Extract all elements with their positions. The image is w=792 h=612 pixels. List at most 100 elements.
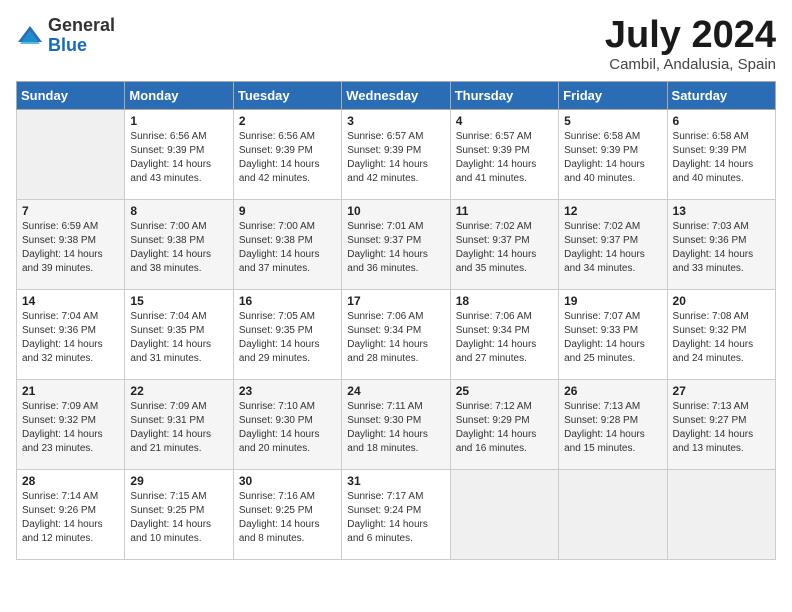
day-info: Sunrise: 7:08 AMSunset: 9:32 PMDaylight:…	[673, 310, 770, 366]
calendar-cell: 20 Sunrise: 7:08 AMSunset: 9:32 PMDayligh…	[667, 290, 775, 380]
header-day-saturday: Saturday	[667, 82, 775, 110]
day-number: 3	[347, 114, 444, 128]
day-number: 10	[347, 204, 444, 218]
calendar-cell	[667, 470, 775, 560]
day-info: Sunrise: 7:06 AMSunset: 9:34 PMDaylight:…	[456, 310, 553, 366]
day-info: Sunrise: 7:15 AMSunset: 9:25 PMDaylight:…	[130, 490, 227, 546]
calendar-cell: 31Sunrise: 7:17 AMSunset: 9:24 PMDayligh…	[342, 470, 450, 560]
day-info: Sunrise: 7:10 AMSunset: 9:30 PMDaylight:…	[239, 400, 336, 456]
day-number: 31	[347, 474, 444, 488]
day-number: 28	[22, 474, 119, 488]
day-info: Sunrise: 6:56 AMSunset: 9:39 PMDaylight:…	[130, 130, 227, 186]
calendar-cell: 24Sunrise: 7:11 AMSunset: 9:30 PMDayligh…	[342, 380, 450, 470]
day-number: 29	[130, 474, 227, 488]
day-number: 30	[239, 474, 336, 488]
calendar-cell: 15 Sunrise: 7:04 AMSunset: 9:35 PMDayligh…	[125, 290, 233, 380]
day-number: 4	[456, 114, 553, 128]
logo-text: General Blue	[48, 16, 115, 56]
day-info: Sunrise: 7:13 AMSunset: 9:27 PMDaylight:…	[673, 400, 770, 456]
calendar-cell: 9 Sunrise: 7:00 AMSunset: 9:38 PMDaylight…	[233, 200, 341, 290]
header-day-friday: Friday	[559, 82, 667, 110]
calendar-cell: 10 Sunrise: 7:01 AMSunset: 9:37 PMDayligh…	[342, 200, 450, 290]
week-row-2: 7Sunrise: 6:59 AMSunset: 9:38 PMDaylight…	[17, 200, 776, 290]
day-info: Sunrise: 7:00 AMSunset: 9:38 PMDaylight:…	[239, 220, 336, 276]
day-info: Sunrise: 6:58 AMSunset: 9:39 PMDaylight:…	[564, 130, 661, 186]
calendar-cell: 23Sunrise: 7:10 AMSunset: 9:30 PMDayligh…	[233, 380, 341, 470]
day-number: 9	[239, 204, 336, 218]
day-number: 15	[130, 294, 227, 308]
calendar-cell: 11Sunrise: 7:02 AMSunset: 9:37 PMDayligh…	[450, 200, 558, 290]
calendar-cell: 8 Sunrise: 7:00 AMSunset: 9:38 PMDaylight…	[125, 200, 233, 290]
calendar-cell: 25 Sunrise: 7:12 AMSunset: 9:29 PMDayligh…	[450, 380, 558, 470]
day-info: Sunrise: 7:03 AMSunset: 9:36 PMDaylight:…	[673, 220, 770, 276]
week-row-3: 14Sunrise: 7:04 AMSunset: 9:36 PMDayligh…	[17, 290, 776, 380]
calendar-cell: 30Sunrise: 7:16 AMSunset: 9:25 PMDayligh…	[233, 470, 341, 560]
header-day-thursday: Thursday	[450, 82, 558, 110]
calendar-body: 1 Sunrise: 6:56 AMSunset: 9:39 PMDaylight…	[17, 110, 776, 560]
calendar-cell	[450, 470, 558, 560]
week-row-1: 1 Sunrise: 6:56 AMSunset: 9:39 PMDaylight…	[17, 110, 776, 200]
day-number: 7	[22, 204, 119, 218]
calendar-cell: 5 Sunrise: 6:58 AMSunset: 9:39 PMDaylight…	[559, 110, 667, 200]
location-title: Cambil, Andalusia, Spain	[605, 56, 776, 73]
calendar-cell	[559, 470, 667, 560]
day-number: 19	[564, 294, 661, 308]
day-number: 25	[456, 384, 553, 398]
day-info: Sunrise: 7:04 AMSunset: 9:35 PMDaylight:…	[130, 310, 227, 366]
header: General Blue July 2024 Cambil, Andalusia…	[16, 16, 776, 73]
day-number: 11	[456, 204, 553, 218]
day-number: 5	[564, 114, 661, 128]
day-info: Sunrise: 7:01 AMSunset: 9:37 PMDaylight:…	[347, 220, 444, 276]
calendar-cell: 4Sunrise: 6:57 AMSunset: 9:39 PMDaylight…	[450, 110, 558, 200]
day-info: Sunrise: 7:06 AMSunset: 9:34 PMDaylight:…	[347, 310, 444, 366]
calendar-cell: 12 Sunrise: 7:02 AMSunset: 9:37 PMDayligh…	[559, 200, 667, 290]
calendar-cell: 2 Sunrise: 6:56 AMSunset: 9:39 PMDaylight…	[233, 110, 341, 200]
calendar-cell: 22Sunrise: 7:09 AMSunset: 9:31 PMDayligh…	[125, 380, 233, 470]
calendar-cell: 17 Sunrise: 7:06 AMSunset: 9:34 PMDayligh…	[342, 290, 450, 380]
day-number: 1	[130, 114, 227, 128]
day-info: Sunrise: 7:07 AMSunset: 9:33 PMDaylight:…	[564, 310, 661, 366]
calendar-cell: 18 Sunrise: 7:06 AMSunset: 9:34 PMDayligh…	[450, 290, 558, 380]
calendar-cell: 19 Sunrise: 7:07 AMSunset: 9:33 PMDayligh…	[559, 290, 667, 380]
day-info: Sunrise: 6:58 AMSunset: 9:39 PMDaylight:…	[673, 130, 770, 186]
day-info: Sunrise: 7:00 AMSunset: 9:38 PMDaylight:…	[130, 220, 227, 276]
header-day-tuesday: Tuesday	[233, 82, 341, 110]
day-number: 24	[347, 384, 444, 398]
calendar-cell: 6 Sunrise: 6:58 AMSunset: 9:39 PMDaylight…	[667, 110, 775, 200]
calendar-cell: 29 Sunrise: 7:15 AMSunset: 9:25 PMDayligh…	[125, 470, 233, 560]
month-title: July 2024	[605, 16, 776, 54]
logo: General Blue	[16, 16, 115, 56]
title-area: July 2024 Cambil, Andalusia, Spain	[605, 16, 776, 73]
header-row: SundayMondayTuesdayWednesdayThursdayFrid…	[17, 82, 776, 110]
day-info: Sunrise: 6:56 AMSunset: 9:39 PMDaylight:…	[239, 130, 336, 186]
logo-blue-text: Blue	[48, 36, 115, 56]
day-number: 2	[239, 114, 336, 128]
day-number: 13	[673, 204, 770, 218]
day-number: 12	[564, 204, 661, 218]
calendar-cell: 26Sunrise: 7:13 AMSunset: 9:28 PMDayligh…	[559, 380, 667, 470]
calendar-cell: 1 Sunrise: 6:56 AMSunset: 9:39 PMDaylight…	[125, 110, 233, 200]
day-number: 27	[673, 384, 770, 398]
logo-general-text: General	[48, 16, 115, 36]
day-info: Sunrise: 7:09 AMSunset: 9:31 PMDaylight:…	[130, 400, 227, 456]
day-number: 18	[456, 294, 553, 308]
calendar-cell: 7Sunrise: 6:59 AMSunset: 9:38 PMDaylight…	[17, 200, 125, 290]
header-day-monday: Monday	[125, 82, 233, 110]
day-info: Sunrise: 6:57 AMSunset: 9:39 PMDaylight:…	[347, 130, 444, 186]
calendar-cell: 21Sunrise: 7:09 AMSunset: 9:32 PMDayligh…	[17, 380, 125, 470]
calendar-cell: 16Sunrise: 7:05 AMSunset: 9:35 PMDayligh…	[233, 290, 341, 380]
day-number: 20	[673, 294, 770, 308]
day-number: 6	[673, 114, 770, 128]
day-number: 8	[130, 204, 227, 218]
calendar-cell	[17, 110, 125, 200]
calendar-header: SundayMondayTuesdayWednesdayThursdayFrid…	[17, 82, 776, 110]
header-day-wednesday: Wednesday	[342, 82, 450, 110]
day-number: 17	[347, 294, 444, 308]
day-number: 26	[564, 384, 661, 398]
day-info: Sunrise: 7:12 AMSunset: 9:29 PMDaylight:…	[456, 400, 553, 456]
day-info: Sunrise: 7:09 AMSunset: 9:32 PMDaylight:…	[22, 400, 119, 456]
day-info: Sunrise: 7:04 AMSunset: 9:36 PMDaylight:…	[22, 310, 119, 366]
day-info: Sunrise: 7:02 AMSunset: 9:37 PMDaylight:…	[564, 220, 661, 276]
week-row-4: 21Sunrise: 7:09 AMSunset: 9:32 PMDayligh…	[17, 380, 776, 470]
day-number: 16	[239, 294, 336, 308]
